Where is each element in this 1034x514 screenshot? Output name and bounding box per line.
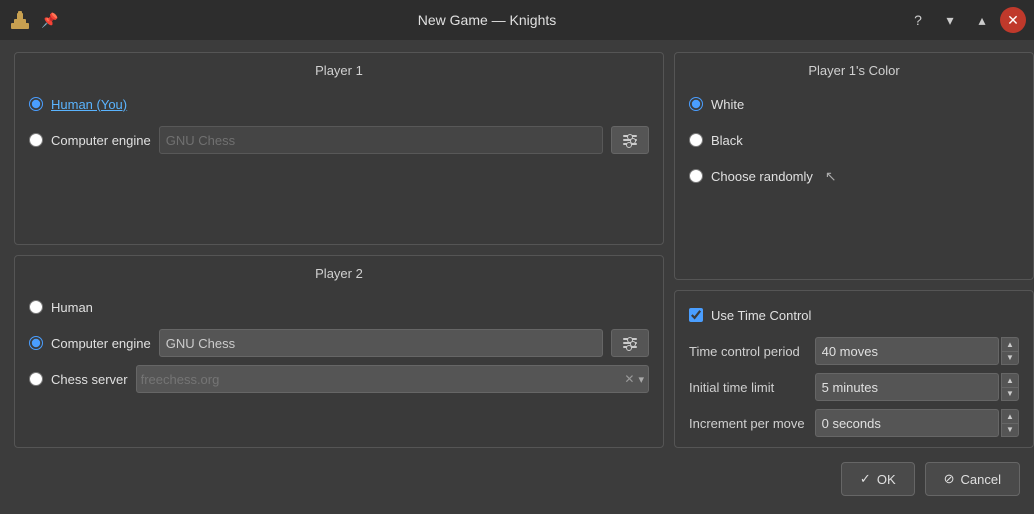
player1-human-label[interactable]: Human (You) [51,97,127,112]
time-limit-select[interactable]: 5 minutes 3 minutes 10 minutes [815,373,999,401]
player2-human-radio[interactable] [29,300,43,314]
ok-button[interactable]: ✓ OK [841,462,915,496]
color-black-radio[interactable] [689,133,703,147]
server-input[interactable] [141,372,623,387]
player2-computer-radio[interactable] [29,336,43,350]
time-limit-label: Initial time limit [689,380,805,395]
color-black-row: Black [689,126,1019,154]
server-clear-button[interactable]: ✕ [622,372,636,386]
player1-computer-radio[interactable] [29,133,43,147]
increment-spin-up[interactable]: ▲ [1001,409,1019,423]
player2-panel: Player 2 Human Computer engine GNU Chess [14,255,664,448]
player2-server-label[interactable]: Chess server [51,372,128,387]
player2-engine-select[interactable]: GNU Chess [159,329,603,357]
player1-engine-combo-row: GNU Chess [159,126,649,154]
use-time-control-label[interactable]: Use Time Control [711,308,811,323]
player2-computer-label[interactable]: Computer engine [51,336,151,351]
period-select[interactable]: 40 moves 30 moves 20 moves [815,337,999,365]
time-limit-spin-up[interactable]: ▲ [1001,373,1019,387]
period-spinner: ▲ ▼ [1001,337,1019,365]
player1-engine-select[interactable]: GNU Chess [159,126,603,154]
color-random-radio[interactable] [689,169,703,183]
server-input-wrap: ✕ ▾ [136,365,649,393]
main-content: Player 1 Human (You) Computer engine GNU… [0,40,1034,514]
increment-label: Increment per move [689,416,805,431]
ok-icon: ✓ [860,471,871,487]
close-button[interactable]: ✕ [1000,7,1026,33]
player1-human-row: Human (You) [29,90,649,118]
left-panels: Player 1 Human (You) Computer engine GNU… [14,52,664,448]
player2-title: Player 2 [29,266,649,281]
increment-combo-wrap: 0 seconds 1 second 2 seconds ▲ ▼ [815,409,1019,437]
time-limit-combo-wrap: 5 minutes 3 minutes 10 minutes ▲ ▼ [815,373,1019,401]
cancel-icon: ⊘ [944,471,955,487]
player1-human-radio[interactable] [29,97,43,111]
time-limit-spinner: ▲ ▼ [1001,373,1019,401]
cancel-button[interactable]: ⊘ Cancel [925,462,1020,496]
color-white-label[interactable]: White [711,97,744,112]
player2-human-row: Human [29,293,649,321]
time-panel: Use Time Control Time control period 40 … [674,290,1034,448]
player1-panel: Player 1 Human (You) Computer engine GNU… [14,52,664,245]
cancel-label: Cancel [961,472,1001,487]
increment-spinner: ▲ ▼ [1001,409,1019,437]
increment-select[interactable]: 0 seconds 1 second 2 seconds [815,409,999,437]
player2-engine-combo-row: GNU Chess [159,329,649,357]
time-grid: Time control period 40 moves 30 moves 20… [689,337,1019,437]
window-title: New Game — Knights [70,12,904,28]
period-spin-up[interactable]: ▲ [1001,337,1019,351]
player2-computer-row: Computer engine GNU Chess [29,329,649,357]
color-white-radio[interactable] [689,97,703,111]
right-panels: Player 1's Color White Black Choose rand… [674,52,1034,448]
window-controls: ? ▾ ▴ ✕ [904,6,1026,34]
color-title: Player 1's Color [689,63,1019,78]
pin-icon: 📌 [38,8,62,32]
maximize-button[interactable]: ▴ [968,6,996,34]
player1-title: Player 1 [29,63,649,78]
color-black-label[interactable]: Black [711,133,743,148]
player2-server-row: Chess server ✕ ▾ [29,365,649,393]
player1-settings-button[interactable] [611,126,649,154]
color-random-label[interactable]: Choose randomly [711,169,813,184]
help-button[interactable]: ? [904,6,932,34]
use-time-control-checkbox[interactable] [689,308,703,322]
player2-server-radio[interactable] [29,372,43,386]
player1-computer-label[interactable]: Computer engine [51,133,151,148]
minimize-button[interactable]: ▾ [936,6,964,34]
player2-human-label[interactable]: Human [51,300,93,315]
player2-server-combo-row: ✕ ▾ [136,365,649,393]
period-spin-down[interactable]: ▼ [1001,351,1019,365]
server-dropdown-arrow[interactable]: ▾ [638,373,644,386]
period-label: Time control period [689,344,805,359]
period-combo-wrap: 40 moves 30 moves 20 moves ▲ ▼ [815,337,1019,365]
player2-settings-button[interactable] [611,329,649,357]
use-time-control-row: Use Time Control [689,301,1019,329]
titlebar: 📌 New Game — Knights ? ▾ ▴ ✕ [0,0,1034,40]
color-random-row: Choose randomly ↖ [689,162,1019,190]
increment-spin-down[interactable]: ▼ [1001,423,1019,437]
color-panel: Player 1's Color White Black Choose rand… [674,52,1034,280]
ok-label: OK [877,472,896,487]
color-white-row: White [689,90,1019,118]
bottom-bar: ✓ OK ⊘ Cancel [14,458,1020,502]
panels-area: Player 1 Human (You) Computer engine GNU… [14,52,1020,448]
time-limit-spin-down[interactable]: ▼ [1001,387,1019,401]
player1-computer-row: Computer engine GNU Chess [29,126,649,154]
cursor-icon: ↖ [825,168,837,185]
app-icon [8,8,32,32]
